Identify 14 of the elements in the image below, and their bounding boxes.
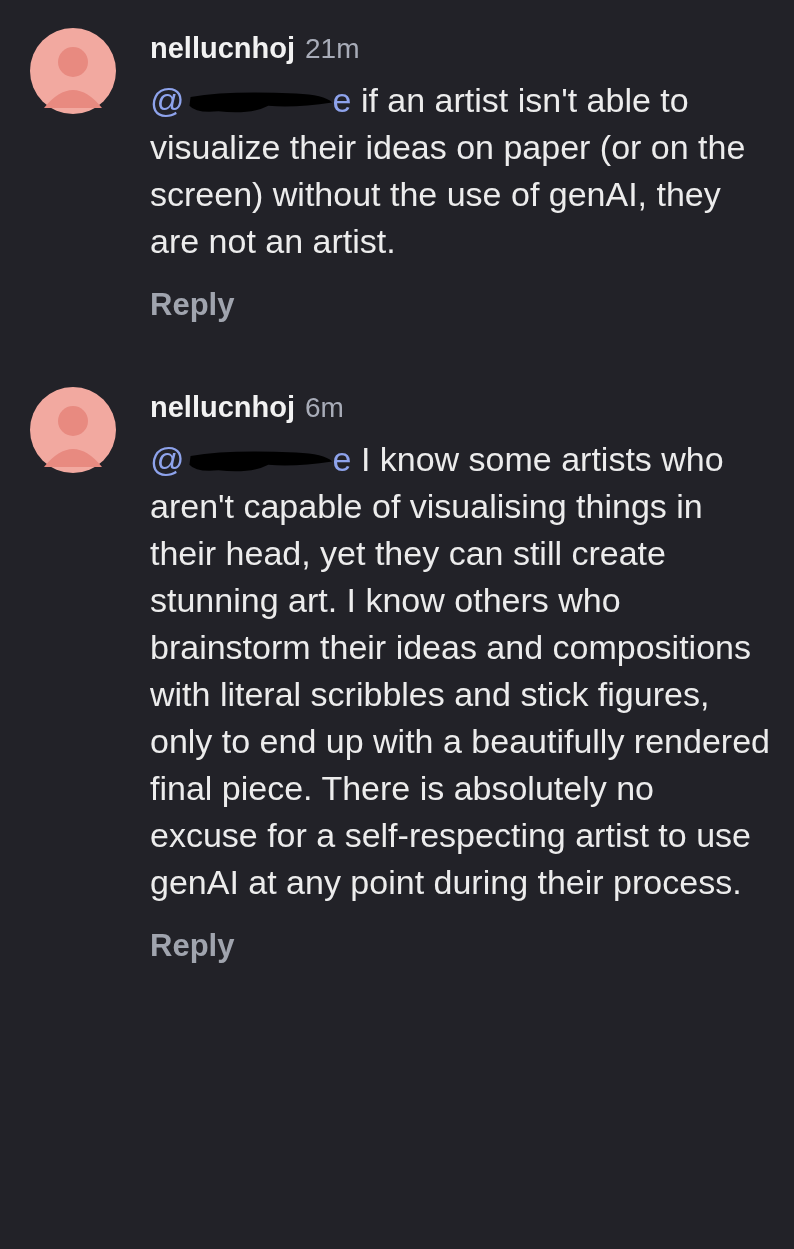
username[interactable]: nellucnhoj	[150, 391, 295, 424]
timestamp: 6m	[305, 392, 344, 424]
timestamp: 21m	[305, 33, 360, 65]
mention-link[interactable]: e	[332, 440, 352, 478]
username[interactable]: nellucnhoj	[150, 32, 295, 65]
avatar[interactable]	[30, 28, 116, 114]
mention-link[interactable]: e	[332, 81, 352, 119]
mention-link[interactable]: @	[150, 440, 185, 478]
mention-link[interactable]: @	[150, 81, 185, 119]
comment-text: @ e if an artist isn't able to visualize their ideas on paper (or on the screen) without the use of genAI, they are not an artist.	[150, 80, 747, 262]
avatar[interactable]	[30, 387, 116, 473]
comment-text: @ e I know some artists who aren't capable of visualising things in their head, yet they can still create stunning art. I know others who brainstorm their ideas and compositions with literal scribbles and stick figures, only to end up with a beautifully rendered final piece. There is absolutely no excuse for a self-respecting artist to use genAI at any point during their process.	[150, 439, 770, 903]
reply-button[interactable]: Reply	[150, 928, 235, 964]
reply-button[interactable]: Reply	[150, 287, 235, 323]
